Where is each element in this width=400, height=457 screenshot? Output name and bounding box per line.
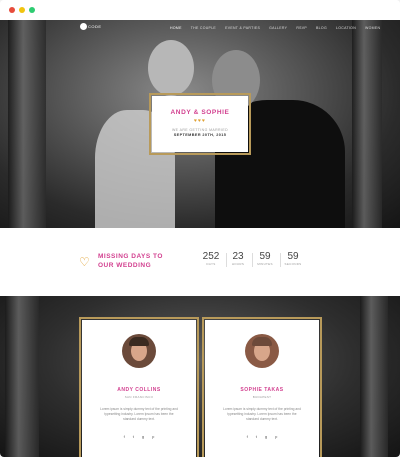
person-name: ANDY COLLINS [117, 387, 161, 393]
nav-item-women[interactable]: WOMEN [365, 26, 380, 30]
twitter-icon[interactable]: t [133, 434, 134, 439]
logo-icon [80, 23, 87, 30]
tree-trunk [352, 20, 382, 228]
countdown-days: 252 DAYS [202, 251, 220, 266]
countdown-minutes: 59 MINUTES [257, 251, 273, 266]
nav-item-location[interactable]: LOCATION [336, 26, 356, 30]
nav-item-home[interactable]: HOME [170, 26, 182, 30]
nav-item-couple[interactable]: THE COUPLE [191, 26, 216, 30]
nav-item-events[interactable]: EVENT & PARTIES [225, 26, 260, 30]
site-logo[interactable]: CODE [80, 23, 102, 30]
person-location: SAN FRANCISCO [124, 395, 154, 399]
countdown-seconds: 59 SECONDS [284, 251, 302, 266]
person-bio: Lorem ipsum is simply dummy text of the … [100, 407, 178, 421]
minimize-window-button[interactable] [19, 7, 25, 13]
top-navigation: CODE HOME THE COUPLE EVENT & PARTIES GAL… [0, 20, 400, 38]
person-name: SOPHIE TAKAS [240, 387, 284, 393]
close-window-button[interactable] [9, 7, 15, 13]
hero-subtitle: WE ARE GETTING MARRIED [171, 128, 229, 132]
google-plus-icon[interactable]: g [265, 434, 267, 439]
hero-card: ANDY & SOPHIE ♥♥♥ WE ARE GETTING MARRIED… [149, 93, 251, 155]
couple-section-background [0, 296, 400, 457]
pinterest-icon[interactable]: p [152, 434, 154, 439]
person-location: BUDAPEST [252, 395, 272, 399]
social-links: f t g p [205, 434, 319, 439]
avatar [245, 334, 279, 368]
browser-window: CODE HOME THE COUPLE EVENT & PARTIES GAL… [0, 0, 400, 457]
groom-card: ANDY COLLINS SAN FRANCISCO Lorem ipsum i… [79, 317, 199, 457]
countdown-title: MISSING DAYS TO OUR WEDDING [98, 253, 163, 269]
hearts-icon: ♥♥♥ [194, 118, 206, 124]
google-plus-icon[interactable]: g [142, 434, 144, 439]
person-bio: Lorem ipsum is simply dummy text of the … [223, 407, 301, 421]
social-links: f t g p [82, 434, 196, 439]
tree-trunk [360, 296, 388, 457]
avatar [122, 334, 156, 368]
maximize-window-button[interactable] [29, 7, 35, 13]
nav-menu: HOME THE COUPLE EVENT & PARTIES GALLERY … [170, 26, 380, 30]
bride-head [148, 40, 194, 96]
tree-trunk [8, 20, 46, 228]
facebook-icon[interactable]: f [247, 434, 248, 439]
divider [280, 253, 281, 267]
facebook-icon[interactable]: f [124, 434, 125, 439]
divider [252, 253, 253, 267]
bride-card: SOPHIE TAKAS BUDAPEST Lorem ipsum is sim… [202, 317, 322, 457]
heart-outline-icon: ♡ [79, 255, 90, 269]
twitter-icon[interactable]: t [256, 434, 257, 439]
pinterest-icon[interactable]: p [275, 434, 277, 439]
nav-item-rsvp[interactable]: RSVP [296, 26, 307, 30]
tree-trunk [5, 296, 39, 457]
browser-titlebar [0, 0, 400, 21]
nav-item-gallery[interactable]: GALLERY [269, 26, 287, 30]
couple-names: ANDY & SOPHIE [170, 109, 230, 116]
nav-item-blog[interactable]: BLOG [316, 26, 327, 30]
wedding-date: SEPTEMBER 20TH, 2015 [173, 133, 227, 137]
countdown-hours: 23 HOURS [231, 251, 245, 266]
divider [226, 253, 227, 267]
